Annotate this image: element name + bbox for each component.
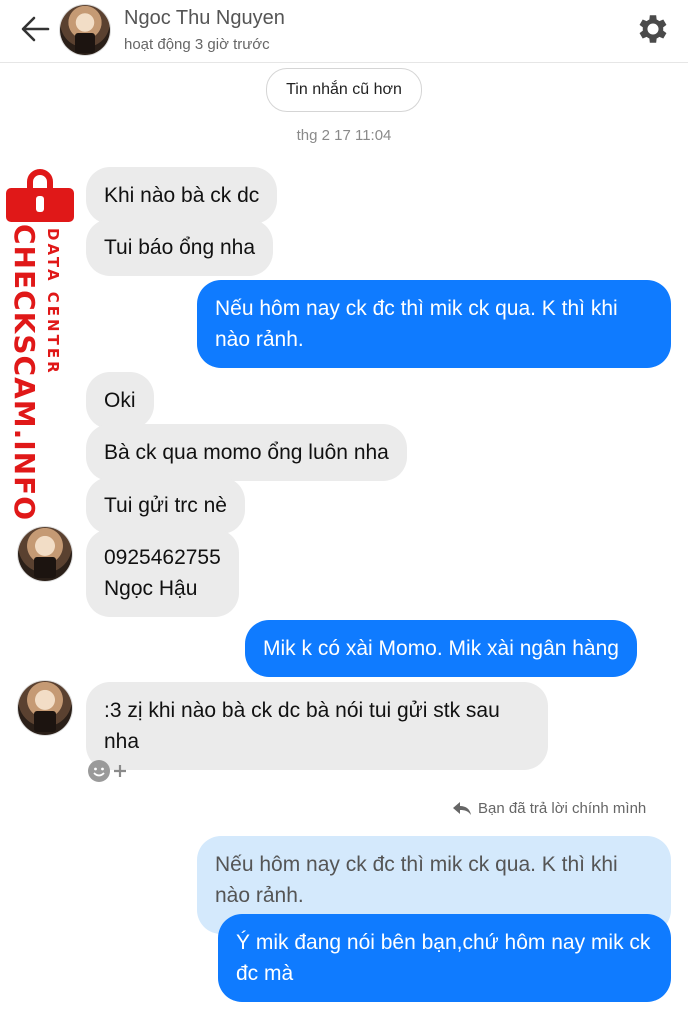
contact-avatar[interactable] (60, 5, 110, 55)
contact-status: hoạt động 3 giờ trước (124, 36, 270, 53)
reply-arrow-icon (453, 801, 471, 815)
sender-avatar[interactable] (18, 527, 72, 581)
incoming-message[interactable]: :3 zị khi nào bà ck dc bà nói tui gửi st… (86, 682, 548, 770)
incoming-message[interactable]: Tui gửi trc nè (86, 477, 245, 534)
older-messages-button[interactable]: Tin nhắn cũ hơn (266, 68, 422, 112)
reply-note: Bạn đã trả lời chính mình (452, 800, 646, 817)
contact-name[interactable]: Ngoc Thu Nguyen (124, 7, 285, 30)
watermark-main-text: CHECKSCAM.INFO (8, 224, 41, 522)
outgoing-message[interactable]: Nếu hôm nay ck đc thì mik ck qua. K thì … (197, 280, 671, 368)
watermark: CHECKSCAM.INFO DATA CENTER (4, 168, 76, 521)
phone-number-line: 0925462755 (104, 546, 221, 569)
outgoing-message[interactable]: Mik k có xài Momo. Mik xài ngân hàng (245, 620, 637, 677)
lock-icon (6, 169, 74, 222)
add-reaction-button[interactable] (87, 758, 137, 784)
incoming-message[interactable]: Oki (86, 372, 154, 429)
smiley-icon (88, 760, 110, 782)
reply-message[interactable]: Ý mik đang nói bên bạn,chứ hôm nay mik c… (218, 914, 671, 1002)
reply-note-text: Bạn đã trả lời chính mình (478, 800, 647, 817)
sender-avatar[interactable] (18, 681, 72, 735)
name-line: Ngọc Hậu (104, 577, 198, 600)
incoming-message[interactable]: Khi nào bà ck dc (86, 167, 278, 224)
chat-header: Ngoc Thu Nguyen hoạt động 3 giờ trước (0, 0, 688, 63)
plus-icon (114, 765, 126, 777)
watermark-sub-text: DATA CENTER (44, 228, 62, 376)
gear-icon[interactable] (634, 10, 672, 48)
incoming-message[interactable]: Bà ck qua momo ổng luôn nha (86, 424, 407, 481)
back-arrow-icon[interactable] (18, 14, 52, 44)
incoming-message[interactable]: 0925462755 Ngọc Hậu (86, 529, 239, 617)
incoming-message[interactable]: Tui báo ổng nha (86, 219, 274, 276)
message-timestamp: thg 2 17 11:04 (296, 127, 392, 144)
